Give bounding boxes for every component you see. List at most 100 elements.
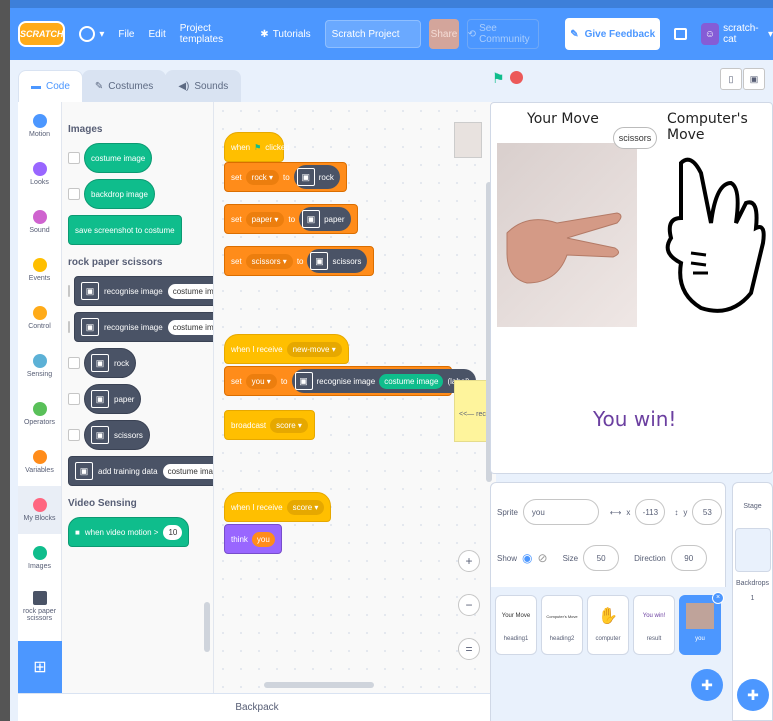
x-input[interactable]: -113: [635, 499, 666, 525]
choose-sprite-button[interactable]: ✚: [691, 669, 723, 701]
set-scissors-block[interactable]: set scissors ▾ to ▣ scissors: [224, 246, 375, 276]
costume-image-block[interactable]: costume image: [84, 143, 153, 173]
backdrop-image-checkbox[interactable]: [68, 188, 80, 200]
broadcast-score-block[interactable]: broadcast score ▾: [224, 410, 315, 440]
stage-selector-pane[interactable]: Stage Backdrops 1 ✚: [732, 482, 773, 721]
small-stage-button[interactable]: ▯: [720, 68, 742, 90]
delete-sprite-icon[interactable]: ×: [712, 592, 724, 604]
video-motion-value[interactable]: 10: [163, 524, 183, 540]
fullscreen-button[interactable]: ⤢: [766, 68, 773, 90]
sprite-name-input[interactable]: you: [522, 499, 599, 525]
tab-code[interactable]: ▬ Code: [18, 70, 83, 102]
category-operators[interactable]: Operators: [18, 390, 61, 438]
rock-checkbox[interactable]: [68, 357, 80, 369]
recognise-image-reporter[interactable]: ▣recognise imagecostume image(label): [291, 369, 476, 393]
scissors-block[interactable]: ▣ scissors: [84, 420, 150, 450]
set-you-block[interactable]: setyou ▾to▣recognise imagecostume image(…: [224, 366, 476, 396]
large-stage-button[interactable]: ▣: [743, 68, 765, 90]
sprite-card-computer[interactable]: ✋ computer: [587, 595, 629, 655]
variable-dropdown[interactable]: you ▾: [245, 373, 277, 389]
sprite-card-you[interactable]: you ×: [679, 592, 724, 655]
green-flag-icon[interactable]: ⚑: [492, 70, 505, 87]
category-images[interactable]: Images: [18, 534, 61, 582]
paper-checkbox[interactable]: [68, 393, 80, 405]
rock-block[interactable]: ▣ rock: [84, 348, 137, 378]
see-community-button[interactable]: ⟲ See Community: [466, 19, 540, 49]
costume-image-slot[interactable]: costume image: [162, 463, 213, 479]
category-variables[interactable]: Variables: [18, 438, 61, 486]
stop-sign-icon[interactable]: [510, 71, 523, 84]
category-sensing[interactable]: Sensing: [18, 342, 61, 390]
think-block[interactable]: think you: [224, 524, 282, 554]
my-stuff-folder-icon[interactable]: [674, 28, 687, 40]
hide-icon[interactable]: ⊘: [538, 551, 548, 565]
recognise-image-block[interactable]: ▣ recognise image costume image: [74, 312, 213, 342]
category-looks[interactable]: Looks: [18, 150, 61, 198]
sprite-card-heading2[interactable]: Computer's Move heading2: [541, 595, 583, 655]
message-dropdown[interactable]: score ▾: [286, 499, 325, 515]
user-menu[interactable]: ☺ scratch-cat ▾: [700, 23, 773, 45]
variable-dropdown[interactable]: rock ▾: [245, 169, 280, 185]
when-flag-clicked-block[interactable]: when ⚑ clicked: [224, 132, 290, 162]
palette-scrollbar[interactable]: [204, 602, 210, 652]
recognise-image-block[interactable]: ▣ recognise image costume image: [74, 276, 213, 306]
project-templates-menu[interactable]: Project templates: [180, 23, 247, 45]
scissors-checkbox[interactable]: [68, 429, 80, 441]
when-i-receive-new-move-block[interactable]: when I receive new-move ▾: [224, 334, 349, 364]
sprite-card-result[interactable]: You win! result: [633, 595, 675, 655]
language-menu[interactable]: ▾: [79, 26, 104, 42]
backdrop-image-block[interactable]: backdrop image: [84, 179, 155, 209]
workspace-horizontal-scrollbar[interactable]: [264, 682, 374, 688]
edit-menu[interactable]: Edit: [149, 29, 166, 40]
scratch-logo[interactable]: SCRATCH: [18, 21, 66, 47]
category-rock-paper-scissors[interactable]: rock paper scissors: [18, 582, 61, 630]
paper-reporter[interactable]: ▣ paper: [299, 207, 351, 231]
direction-input[interactable]: 90: [670, 545, 707, 571]
category-sound[interactable]: Sound: [18, 198, 61, 246]
rock-reporter[interactable]: ▣ rock: [293, 165, 340, 189]
costume-image-slot[interactable]: costume image: [167, 283, 213, 299]
sprite-card-heading1[interactable]: Your Move heading1: [495, 595, 537, 655]
message-dropdown[interactable]: score ▾: [270, 417, 308, 433]
tab-sounds[interactable]: ◀) Sounds: [165, 70, 242, 102]
category-my-blocks[interactable]: My Blocks: [18, 486, 61, 534]
stage-canvas[interactable]: Your Move Computer's Move scissors You w…: [490, 102, 773, 474]
zoom-reset-button[interactable]: =: [458, 638, 480, 660]
you-variable-reporter[interactable]: you: [251, 531, 275, 547]
zoom-out-button[interactable]: −: [458, 594, 480, 616]
recognise-image-checkbox[interactable]: [68, 321, 70, 333]
category-events[interactable]: Events: [18, 246, 61, 294]
save-screenshot-block[interactable]: save screenshot to costume: [68, 215, 182, 245]
tutorials-button[interactable]: ✱ Tutorials: [260, 29, 310, 40]
backpack[interactable]: Backpack: [18, 693, 496, 721]
zoom-in-button[interactable]: +: [458, 550, 480, 572]
message-dropdown[interactable]: new-move ▾: [286, 341, 342, 357]
file-menu[interactable]: File: [118, 29, 134, 40]
choose-backdrop-button[interactable]: ✚: [737, 679, 769, 711]
paper-block[interactable]: ▣ paper: [84, 384, 142, 414]
variable-dropdown[interactable]: scissors ▾: [245, 253, 293, 269]
set-rock-block[interactable]: set rock ▾ to ▣ rock: [224, 162, 347, 192]
when-video-motion-block[interactable]: ■ when video motion > 10: [68, 517, 190, 547]
set-paper-block[interactable]: set paper ▾ to ▣ paper: [224, 204, 358, 234]
costume-image-reporter[interactable]: costume image: [379, 373, 444, 389]
costume-image-checkbox[interactable]: [68, 152, 80, 164]
when-i-receive-score-block[interactable]: when I receive score ▾: [224, 492, 332, 522]
add-training-data-block[interactable]: ▣ add training data costume image: [68, 456, 213, 486]
share-button[interactable]: Share: [429, 19, 459, 49]
y-input[interactable]: 53: [692, 499, 723, 525]
category-control[interactable]: Control: [18, 294, 61, 342]
category-motion[interactable]: Motion: [18, 102, 61, 150]
size-input[interactable]: 50: [583, 545, 620, 571]
add-extension-button[interactable]: ⊞: [18, 641, 62, 693]
variable-dropdown[interactable]: paper ▾: [245, 211, 285, 227]
tab-costumes[interactable]: ✎ Costumes: [81, 70, 167, 102]
stage-thumbnail[interactable]: [734, 528, 771, 572]
show-visible-icon[interactable]: ◉: [522, 551, 532, 565]
costume-image-slot[interactable]: costume image: [167, 319, 213, 335]
give-feedback-button[interactable]: ✎ Give Feedback: [565, 18, 661, 50]
scissors-reporter[interactable]: ▣ scissors: [307, 249, 368, 273]
script-workspace[interactable]: when ⚑ clicked set rock ▾ to ▣ rock set paper ▾…: [214, 102, 496, 693]
recognise-image-checkbox[interactable]: [68, 285, 70, 297]
project-title-input[interactable]: Scratch Project: [324, 20, 422, 48]
